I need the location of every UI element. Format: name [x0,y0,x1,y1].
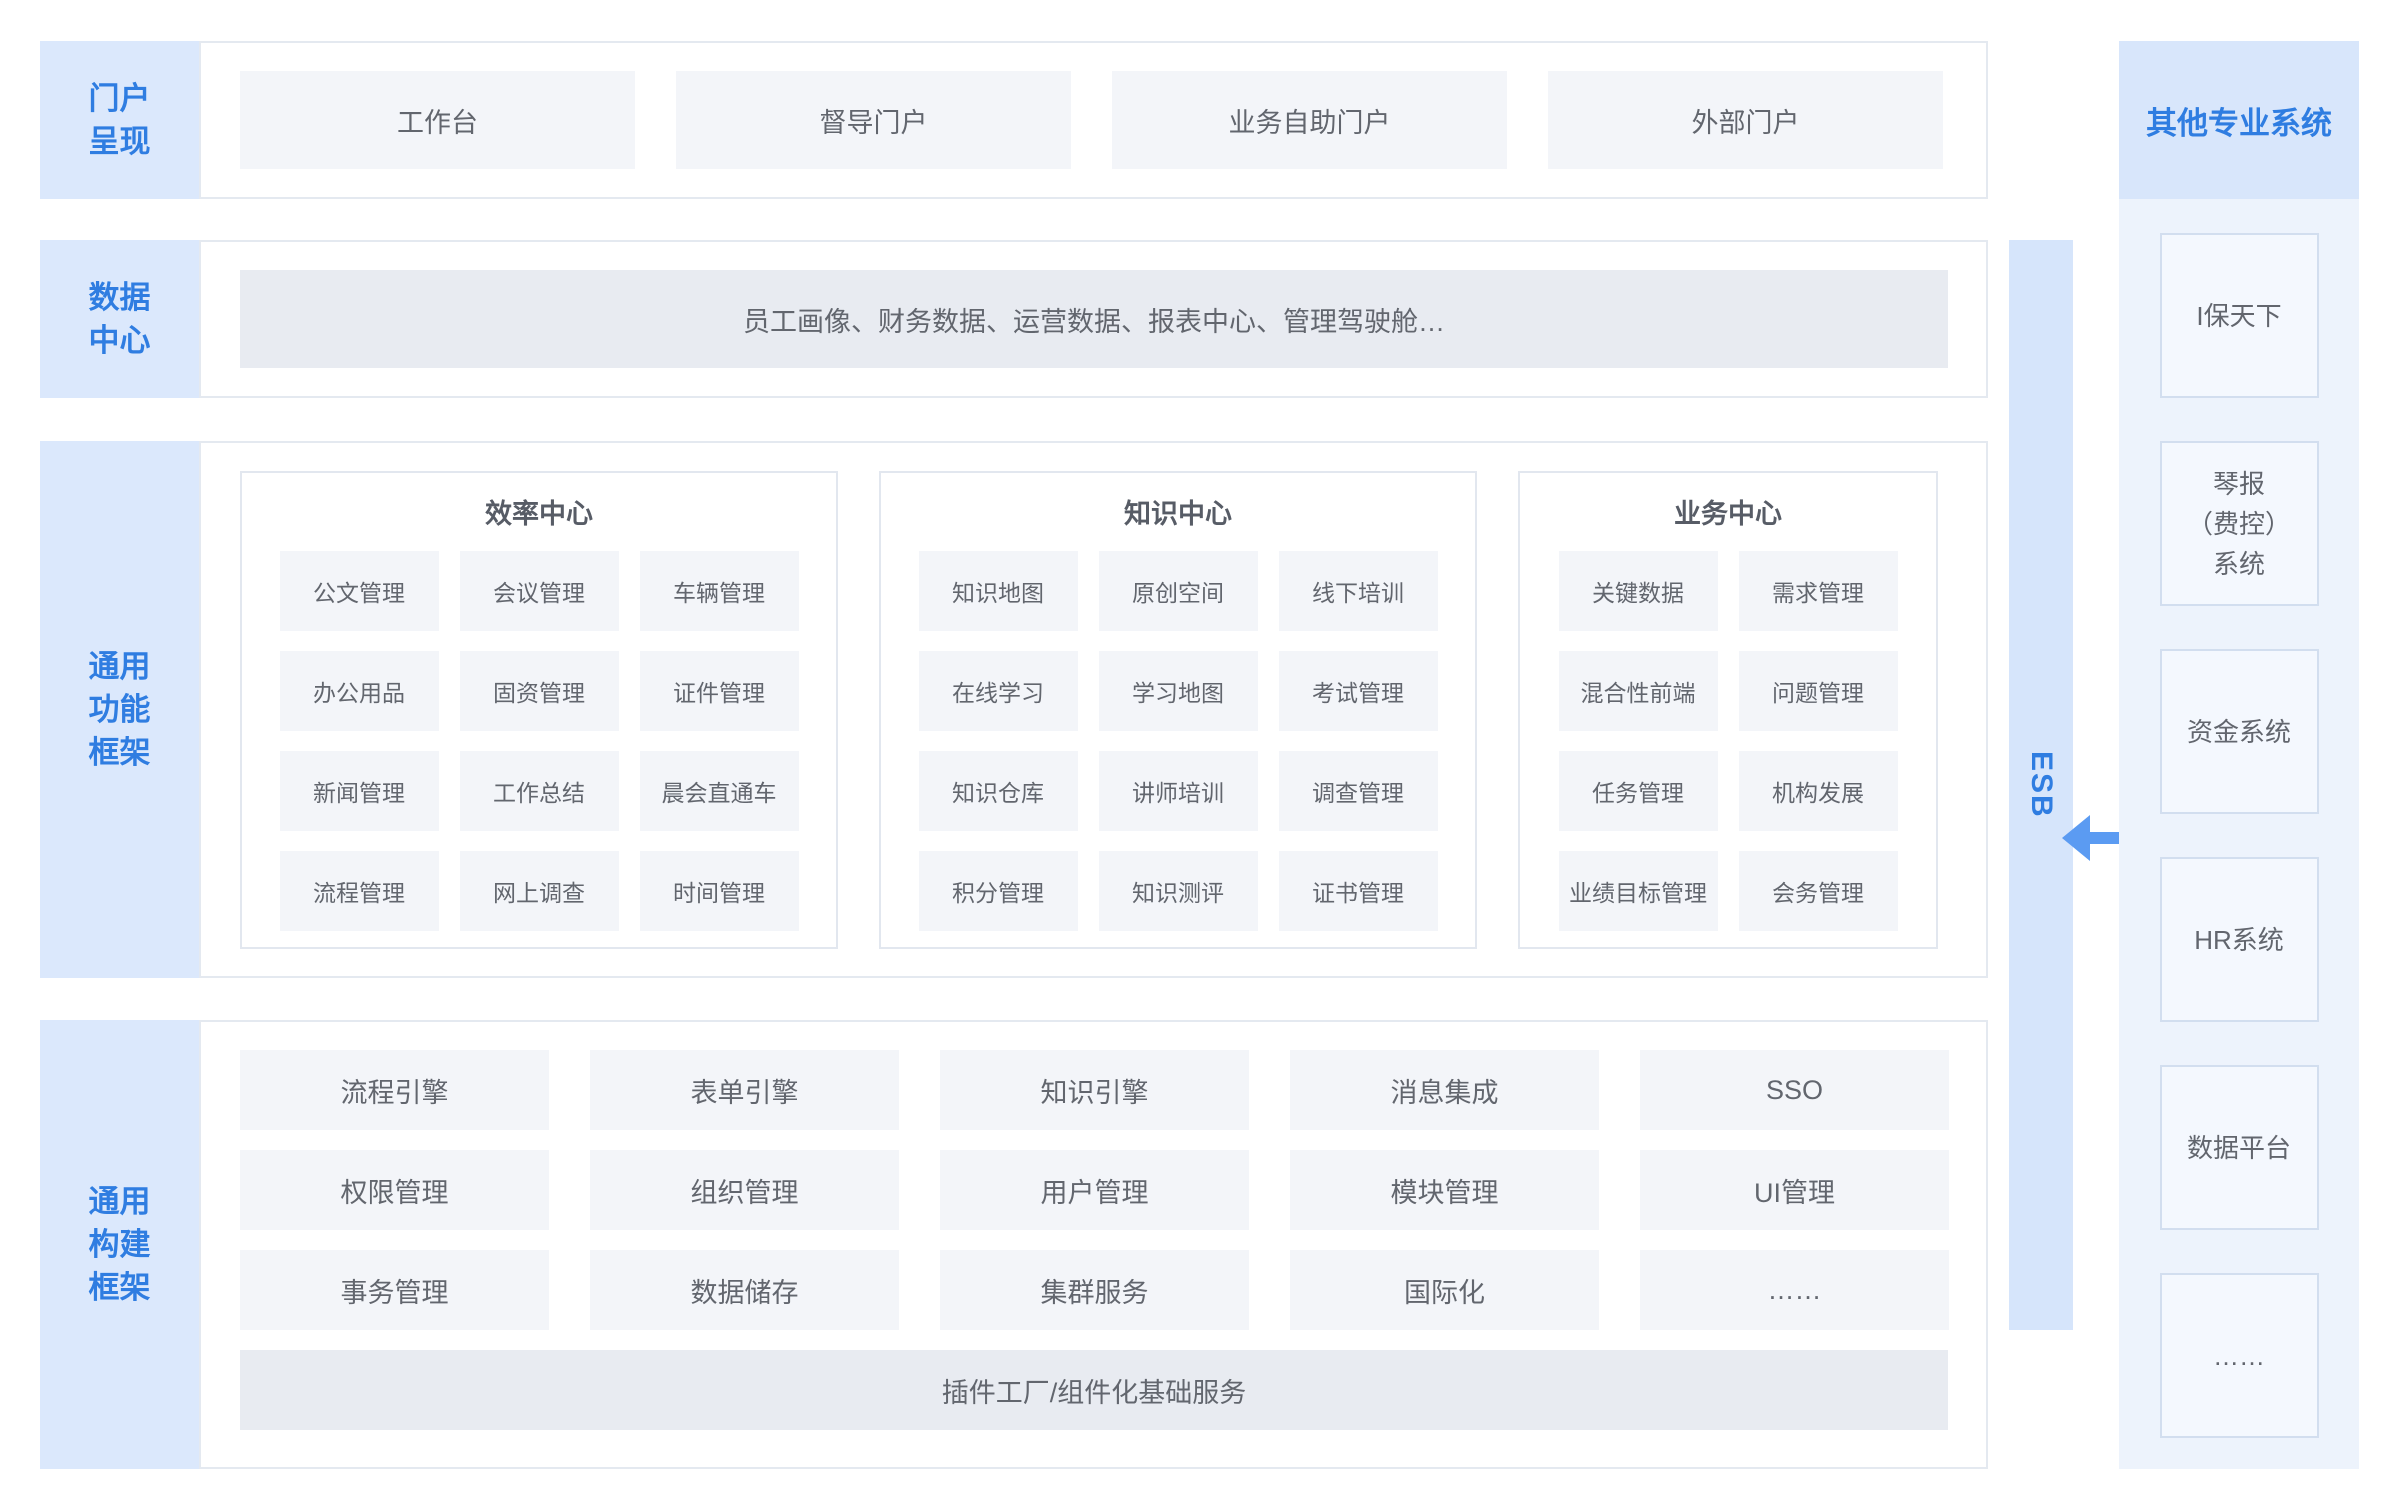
system-item: I保天下 [2159,233,2319,398]
esb-bus: ESB [2009,240,2073,1330]
module-item: 业绩目标管理 [1558,851,1718,931]
module-item: 线下培训 [1278,551,1438,631]
panel-title: 业务中心 [1674,498,1782,529]
module-item: 在线学习 [918,651,1078,731]
module-item: 工作总结 [459,751,619,831]
system-item: HR系统 [2159,857,2319,1022]
module-item: 办公用品 [279,651,439,731]
engine-item: 用户管理 [940,1150,1249,1230]
function-framework-label: 通用 功能 框架 [40,441,199,978]
portal-item: 督导门户 [676,71,1071,169]
portal-layer-body: 工作台 督导门户 业务自助门户 外部门户 [199,41,1988,199]
module-item: 问题管理 [1738,651,1898,731]
module-item: 证件管理 [639,651,799,731]
portal-item: 工作台 [240,71,635,169]
data-center-layer: 数据 中心 员工画像、财务数据、运营数据、报表中心、管理驾驶舱… [40,240,1988,398]
module-item: 学习地图 [1098,651,1258,731]
engine-item: 数据储存 [590,1250,899,1330]
module-item: 流程管理 [279,851,439,931]
engine-item: 流程引擎 [240,1050,549,1130]
engine-item: 组织管理 [590,1150,899,1230]
engine-item: 事务管理 [240,1250,549,1330]
build-framework-body: 流程引擎 表单引擎 知识引擎 消息集成 SSO 权限管理 组织管理 用户管理 模… [199,1020,1988,1469]
engine-item: 模块管理 [1290,1150,1599,1230]
system-item: 数据平台 [2159,1065,2319,1230]
system-item: 琴报 （费控） 系统 [2159,441,2319,606]
engine-item: …… [1640,1250,1949,1330]
efficiency-center-panel: 效率中心 公文管理 会议管理 车辆管理 办公用品 固资管理 证件管理 新闻管理 … [240,471,838,949]
module-item: 知识地图 [918,551,1078,631]
data-center-layer-body: 员工画像、财务数据、运营数据、报表中心、管理驾驶舱… [199,240,1988,398]
module-item: 混合性前端 [1558,651,1718,731]
engine-grid: 流程引擎 表单引擎 知识引擎 消息集成 SSO 权限管理 组织管理 用户管理 模… [240,1050,1986,1330]
module-item: 时间管理 [639,851,799,931]
module-item: 新闻管理 [279,751,439,831]
data-center-summary: 员工画像、财务数据、运营数据、报表中心、管理驾驶舱… [240,270,1948,368]
module-item: 需求管理 [1738,551,1898,631]
module-item: 证书管理 [1278,851,1438,931]
module-item: 网上调查 [459,851,619,931]
data-center-layer-label: 数据 中心 [40,240,199,398]
esb-label: ESB [2025,751,2058,819]
portal-item: 外部门户 [1548,71,1943,169]
module-item: 知识测评 [1098,851,1258,931]
portal-layer-label: 门户 呈现 [40,41,199,199]
engine-item: SSO [1640,1050,1949,1130]
engine-item: 消息集成 [1290,1050,1599,1130]
module-item: 机构发展 [1738,751,1898,831]
other-systems-panel: 其他专业系统 I保天下 琴报 （费控） 系统 资金系统 HR系统 数据平台 …… [2119,41,2359,1469]
module-item: 原创空间 [1098,551,1258,631]
base-service-bar: 插件工厂/组件化基础服务 [240,1350,1948,1430]
module-item: 积分管理 [918,851,1078,931]
module-item: 固资管理 [459,651,619,731]
knowledge-center-panel: 知识中心 知识地图 原创空间 线下培训 在线学习 学习地图 考试管理 知识仓库 … [879,471,1477,949]
module-item: 晨会直通车 [639,751,799,831]
module-grid: 知识地图 原创空间 线下培训 在线学习 学习地图 考试管理 知识仓库 讲师培训 … [881,551,1475,931]
business-center-panel: 业务中心 关键数据 需求管理 混合性前端 问题管理 任务管理 机构发展 业绩目标… [1518,471,1938,949]
other-systems-title: 其他专业系统 [2119,41,2359,199]
engine-item: 集群服务 [940,1250,1249,1330]
module-grid: 关键数据 需求管理 混合性前端 问题管理 任务管理 机构发展 业绩目标管理 会务… [1520,551,1936,931]
engine-item: 表单引擎 [590,1050,899,1130]
build-framework-layer: 通用 构建 框架 流程引擎 表单引擎 知识引擎 消息集成 SSO 权限管理 组织… [40,1020,1988,1469]
module-item: 考试管理 [1278,651,1438,731]
module-item: 车辆管理 [639,551,799,631]
portal-layer: 门户 呈现 工作台 督导门户 业务自助门户 外部门户 [40,41,1988,199]
module-item: 会务管理 [1738,851,1898,931]
module-grid: 公文管理 会议管理 车辆管理 办公用品 固资管理 证件管理 新闻管理 工作总结 … [242,551,836,931]
system-item: …… [2159,1273,2319,1438]
module-item: 调查管理 [1278,751,1438,831]
module-item: 任务管理 [1558,751,1718,831]
engine-item: UI管理 [1640,1150,1949,1230]
other-systems-list: I保天下 琴报 （费控） 系统 资金系统 HR系统 数据平台 …… [2119,199,2359,1438]
system-item: 资金系统 [2159,649,2319,814]
function-framework-layer: 通用 功能 框架 效率中心 公文管理 会议管理 车辆管理 办公用品 固资管理 证… [40,441,1988,978]
module-item: 公文管理 [279,551,439,631]
panel-title: 知识中心 [1124,498,1232,529]
portal-item: 业务自助门户 [1112,71,1507,169]
module-item: 关键数据 [1558,551,1718,631]
engine-item: 知识引擎 [940,1050,1249,1130]
panel-title: 效率中心 [485,498,593,529]
architecture-diagram: 门户 呈现 工作台 督导门户 业务自助门户 外部门户 数据 中心 员工画像、财务… [0,0,2400,1510]
engine-item: 国际化 [1290,1250,1599,1330]
engine-item: 权限管理 [240,1150,549,1230]
module-item: 会议管理 [459,551,619,631]
build-framework-label: 通用 构建 框架 [40,1020,199,1469]
module-item: 知识仓库 [918,751,1078,831]
function-framework-body: 效率中心 公文管理 会议管理 车辆管理 办公用品 固资管理 证件管理 新闻管理 … [199,441,1988,978]
module-item: 讲师培训 [1098,751,1258,831]
